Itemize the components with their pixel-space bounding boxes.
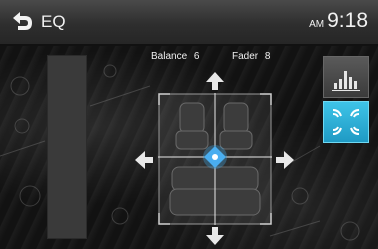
header-bar: EQ AM 9:18 xyxy=(0,0,378,46)
balance-value: 6 xyxy=(193,51,200,62)
fader-label: Fader xyxy=(232,51,259,62)
sound-position-button[interactable] xyxy=(323,101,369,143)
back-arrow-icon[interactable] xyxy=(10,10,34,32)
arrow-left-icon[interactable] xyxy=(134,150,154,170)
position-cursor[interactable] xyxy=(201,143,229,171)
fader-value: 8 xyxy=(264,51,271,62)
arrow-right-icon[interactable] xyxy=(275,150,295,170)
clock-time: 9:18 xyxy=(327,9,368,32)
speaker-waves-icon xyxy=(332,109,360,135)
clock: AM 9:18 xyxy=(309,9,368,33)
eq-main-area: Balance 6 Fader 8 xyxy=(0,46,378,249)
eq-bars-button[interactable] xyxy=(323,56,369,98)
fader-readout: Fader 8 xyxy=(232,51,270,62)
arrow-down-icon[interactable] xyxy=(205,226,225,246)
left-panel xyxy=(47,55,87,239)
page-title: EQ xyxy=(41,12,66,31)
arrow-up-icon[interactable] xyxy=(205,71,225,91)
balance-label: Balance xyxy=(151,51,188,62)
balance-readout: Balance 6 xyxy=(151,51,199,62)
equalizer-bars-icon xyxy=(332,71,360,91)
clock-ampm: AM xyxy=(309,19,325,30)
